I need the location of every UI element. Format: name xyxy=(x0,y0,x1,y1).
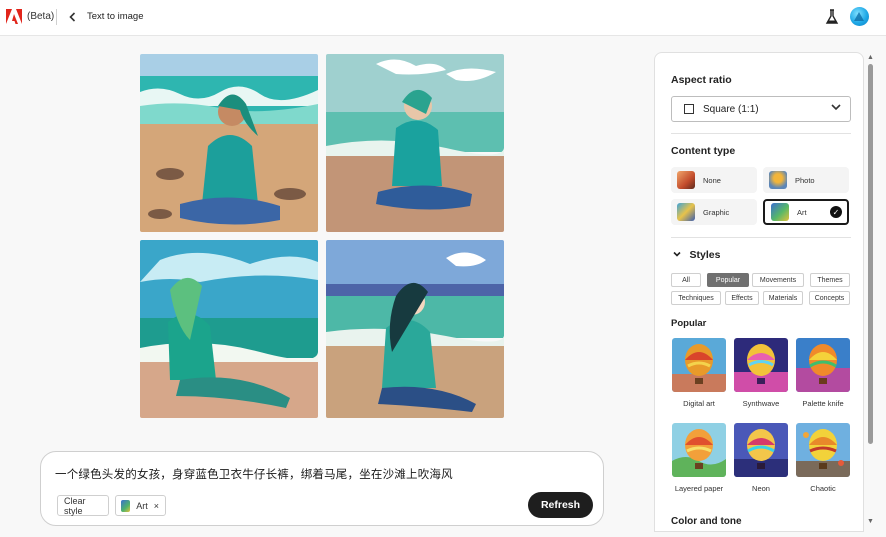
page-title: Text to image xyxy=(87,11,144,22)
square-icon xyxy=(684,104,694,114)
aspect-ratio-value: Square (1:1) xyxy=(703,103,759,115)
aspect-ratio-title: Aspect ratio xyxy=(671,74,732,86)
hot-air-balloon-icon xyxy=(796,423,850,477)
scroll-down-icon[interactable]: ▼ xyxy=(867,518,874,525)
color-tone-title: Color and tone xyxy=(671,516,742,527)
prompt-input[interactable]: 一个绿色头发的女孩，身穿蓝色卫衣牛仔长裤，绑着马尾，坐在沙滩上吹海风 xyxy=(55,466,453,482)
style-tag-techniques[interactable]: Techniques xyxy=(671,291,721,305)
style-caption: Chaotic xyxy=(810,484,836,493)
style-tag-concepts[interactable]: Concepts xyxy=(809,291,850,305)
content-type-label: Photo xyxy=(795,175,815,185)
style-tag-materials[interactable]: Materials xyxy=(763,291,803,305)
style-chip-art[interactable]: Art × xyxy=(115,495,166,516)
scrollbar-thumb[interactable] xyxy=(868,64,873,444)
adobe-logo-icon[interactable] xyxy=(6,9,22,24)
style-tile-palette-knife[interactable]: Palette knife xyxy=(796,338,850,408)
style-tile-digital-art[interactable]: Digital art xyxy=(672,338,726,408)
section-divider xyxy=(671,133,851,134)
content-type-graphic[interactable]: Graphic xyxy=(671,199,757,225)
content-type-none[interactable]: None xyxy=(671,167,757,193)
style-tile-layered-paper[interactable]: Layered paper xyxy=(672,423,726,493)
hot-air-balloon-icon xyxy=(672,338,726,392)
refresh-button[interactable]: Refresh xyxy=(528,492,593,518)
user-avatar[interactable] xyxy=(850,7,869,26)
app-header: (Beta) Text to image xyxy=(0,0,886,36)
style-tag-themes[interactable]: Themes xyxy=(810,273,850,287)
styles-title: Styles xyxy=(689,249,721,261)
art-thumbnail-icon xyxy=(771,203,789,221)
style-tag-popular[interactable]: Popular xyxy=(707,273,749,287)
art-thumbnail-icon xyxy=(121,499,131,512)
header-divider xyxy=(56,9,57,25)
chevron-down-icon xyxy=(831,102,841,115)
generated-image-2[interactable] xyxy=(326,54,504,232)
style-tag-all[interactable]: All xyxy=(671,273,701,287)
section-divider xyxy=(671,237,851,238)
style-caption: Palette knife xyxy=(802,399,844,408)
popular-title: Popular xyxy=(671,318,707,329)
hot-air-balloon-icon xyxy=(672,423,726,477)
checkmark-icon: ✓ xyxy=(830,206,842,218)
content-type-title: Content type xyxy=(671,145,736,157)
chevron-down-icon xyxy=(673,250,684,260)
style-tag-effects[interactable]: Effects xyxy=(725,291,759,305)
labs-flask-icon[interactable] xyxy=(824,8,840,26)
style-caption: Neon xyxy=(752,484,770,493)
generated-image-4[interactable] xyxy=(326,240,504,418)
photo-thumbnail-icon xyxy=(769,171,787,189)
styles-toggle[interactable]: Styles xyxy=(673,249,720,261)
scroll-up-icon[interactable]: ▲ xyxy=(867,54,874,61)
settings-panel: Aspect ratio Square (1:1) Content type N… xyxy=(654,52,864,532)
beta-label: (Beta) xyxy=(27,11,55,22)
clear-style-button[interactable]: Clear style xyxy=(57,495,109,516)
generated-image-3[interactable] xyxy=(140,240,318,418)
style-caption: Synthwave xyxy=(742,399,780,408)
hot-air-balloon-icon xyxy=(796,338,850,392)
chevron-left-icon xyxy=(68,12,75,22)
aspect-ratio-select[interactable]: Square (1:1) xyxy=(671,96,851,122)
content-type-art[interactable]: Art ✓ xyxy=(763,199,849,225)
prompt-box[interactable]: 一个绿色头发的女孩，身穿蓝色卫衣牛仔长裤，绑着马尾，坐在沙滩上吹海风 Clear… xyxy=(40,451,604,526)
panel-scrollbar[interactable]: ▲ ▼ xyxy=(866,52,876,530)
graphic-thumbnail-icon xyxy=(677,203,695,221)
content-type-label: Art xyxy=(797,207,807,217)
style-tile-synthwave[interactable]: Synthwave xyxy=(734,338,788,408)
style-chip-label: Art xyxy=(136,500,148,511)
style-caption: Digital art xyxy=(683,399,715,408)
hot-air-balloon-icon xyxy=(734,338,788,392)
style-tag-movements[interactable]: Movements xyxy=(752,273,804,287)
content-type-label: Graphic xyxy=(703,207,730,217)
style-tile-neon[interactable]: Neon xyxy=(734,423,788,493)
style-caption: Layered paper xyxy=(674,484,724,493)
close-icon[interactable]: × xyxy=(154,501,159,511)
content-type-label: None xyxy=(703,175,721,185)
hot-air-balloon-icon xyxy=(734,423,788,477)
generated-image-1[interactable] xyxy=(140,54,318,232)
content-type-photo[interactable]: Photo xyxy=(763,167,849,193)
style-tile-chaotic[interactable]: Chaotic xyxy=(796,423,850,493)
back-button[interactable] xyxy=(64,8,80,26)
none-thumbnail-icon xyxy=(677,171,695,189)
